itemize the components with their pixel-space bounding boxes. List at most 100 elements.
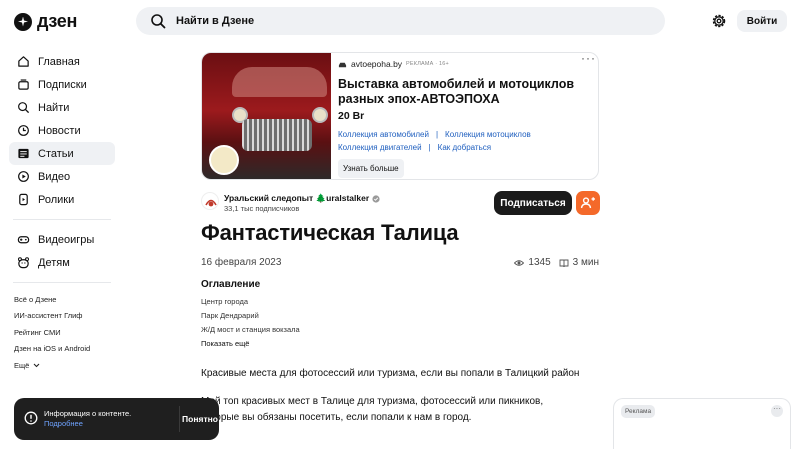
avatar[interactable] — [201, 192, 219, 210]
home-icon — [18, 56, 29, 67]
more-icon[interactable]: ··· — [771, 405, 783, 417]
subscribe-button[interactable]: Подписаться — [494, 191, 572, 215]
article-paragraph: Мой топ красивых мест в Талице для туриз… — [201, 394, 591, 426]
sidebar-item-news[interactable]: Новости — [9, 119, 115, 142]
toast-more-link[interactable]: Подробнее — [44, 419, 131, 429]
sidebar-item-label: Найти — [38, 101, 70, 114]
footer-link-media-rating[interactable]: Рейтинг СМИ — [14, 324, 115, 341]
sidebar-item-label: Новости — [38, 124, 81, 137]
ad-links: Коллекция автомобилей | Коллекция мотоцикл… — [338, 128, 590, 154]
sidebar-item-videogames[interactable]: Видеоигры — [9, 228, 115, 251]
ad-label: РЕКЛАМА · 16+ — [406, 61, 449, 67]
footer-link-ai-assistant[interactable]: ИИ-ассистент Глиф — [14, 308, 115, 325]
ad-image-grill — [242, 119, 312, 151]
ad-title[interactable]: Выставка автомобилей и мотоциклов разных… — [338, 77, 590, 106]
article-paragraph: Красивые места для фотосессий или туризм… — [201, 368, 580, 379]
ad-link-separator: | — [435, 130, 439, 139]
car-icon — [338, 62, 347, 67]
sidebar-item-kids[interactable]: Детям — [9, 251, 115, 274]
author-subscribers: 33,1 тыс подписчиков — [224, 204, 300, 213]
shorts-icon — [19, 193, 28, 206]
advertiser-logo — [209, 145, 239, 175]
login-button[interactable]: Войти — [737, 10, 787, 32]
table-of-contents: Оглавление Центр города Парк Дендрарий Ж… — [201, 279, 300, 351]
verified-icon — [372, 194, 380, 203]
ad-more-icon[interactable]: ··· — [581, 53, 596, 64]
sidebar: Главная Подписки Найти Новости Статьи Ви… — [9, 50, 115, 374]
ad-link[interactable]: Коллекция автомобилей — [338, 130, 429, 139]
toast-text: Информация о контенте. Подробнее — [44, 409, 132, 429]
clock-icon — [18, 125, 29, 136]
sidebar-item-video[interactable]: Видео — [9, 165, 115, 188]
book-icon — [559, 259, 569, 267]
ad-price: 20 Br — [338, 110, 365, 122]
search-bar[interactable] — [136, 7, 665, 35]
ad-banner[interactable]: avtoepoha.by РЕКЛАМА · 16+ Выставка авто… — [201, 52, 599, 180]
footer-link-more[interactable]: Ещё — [14, 357, 115, 374]
search-icon — [18, 102, 30, 114]
ad-image[interactable] — [202, 53, 331, 179]
sidebar-footer-links: Всё о Дзене ИИ-ассистент Глиф Рейтинг СМ… — [9, 291, 115, 374]
toc-show-more[interactable]: Показать ещё — [201, 337, 300, 351]
sidebar-item-label: Видео — [38, 170, 71, 183]
ad-link[interactable]: Коллекция мотоциклов — [445, 130, 531, 139]
gear-icon[interactable] — [710, 12, 728, 30]
toast-divider — [179, 406, 180, 432]
sidebar-item-label: Подписки — [38, 78, 87, 91]
notify-button[interactable] — [576, 191, 600, 215]
views-count: 1345 — [528, 257, 551, 268]
sidebar-item-home[interactable]: Главная — [9, 50, 115, 73]
bell-icon — [580, 197, 595, 209]
content-info-toast: Информация о контенте. Подробнее Понятно — [14, 398, 219, 440]
toc-item[interactable]: Парк Дендрарий — [201, 309, 300, 323]
side-ad[interactable]: Реклама ··· — [613, 398, 791, 449]
search-input[interactable] — [176, 7, 646, 35]
page-title: Фантастическая Талица — [201, 220, 459, 245]
author-row: Уральский следопыт 🌲uralstalker 33,1 тыс… — [201, 191, 600, 215]
ad-cta-button[interactable]: Узнать больше — [338, 159, 404, 178]
ad-source: avtoepoha.by РЕКЛАМА · 16+ — [338, 59, 590, 69]
article-date: 16 февраля 2023 — [201, 257, 282, 268]
side-ad-label: Реклама — [621, 405, 656, 418]
sidebar-item-label: Видеоигры — [38, 233, 95, 246]
article-line: Мой топ красивых мест в Талице для туриз… — [201, 396, 544, 407]
footer-link-about[interactable]: Всё о Дзене — [14, 291, 115, 308]
sidebar-item-shorts[interactable]: Ролики — [9, 188, 115, 211]
toc-item[interactable]: Центр города — [201, 295, 300, 309]
sidebar-item-label: Главная — [38, 55, 80, 68]
article-line: которые вы обязаны посетить, если попали… — [201, 412, 472, 423]
toc-item[interactable]: Ж/Д мост и станция вокзала — [201, 323, 300, 337]
author-avatar-icon — [205, 199, 217, 207]
ad-link[interactable]: Коллекция двигателей — [338, 143, 422, 152]
kids-icon — [17, 257, 30, 269]
logo-text: дзен — [37, 11, 78, 31]
gamepad-icon — [17, 236, 30, 244]
logo[interactable]: дзен — [14, 11, 77, 32]
read-time: 3 мин — [572, 257, 599, 268]
sidebar-item-search[interactable]: Найти — [9, 96, 115, 119]
toast-ok-button[interactable]: Понятно — [181, 406, 219, 432]
sidebar-divider — [13, 219, 111, 220]
subscriptions-icon — [18, 79, 29, 90]
ad-source-domain: avtoepoha.by — [351, 59, 403, 69]
play-icon — [18, 171, 29, 182]
ad-image-headlight — [312, 107, 328, 123]
sidebar-divider — [13, 282, 111, 283]
sidebar-item-label: Детям — [38, 256, 70, 269]
ad-link[interactable]: Как добраться — [438, 143, 491, 152]
info-icon — [24, 411, 38, 425]
search-icon — [151, 14, 166, 29]
sidebar-item-subscriptions[interactable]: Подписки — [9, 73, 115, 96]
author-name[interactable]: Уральский следопыт 🌲uralstalker — [224, 193, 380, 204]
sidebar-item-articles[interactable]: Статьи — [9, 142, 115, 165]
sidebar-item-label: Ролики — [38, 193, 75, 206]
ad-link-separator: | — [428, 143, 431, 152]
footer-link-apps[interactable]: Дзен на iOS и Android — [14, 341, 115, 358]
ad-body: avtoepoha.by РЕКЛАМА · 16+ Выставка авто… — [338, 59, 590, 178]
header: дзен Войти — [0, 0, 800, 42]
ad-image-windshield — [232, 67, 327, 97]
chevron-down-icon — [33, 363, 40, 368]
sidebar-item-label: Статьи — [38, 147, 74, 160]
toc-title: Оглавление — [201, 279, 261, 290]
article-stats: 1345 3 мин — [514, 257, 599, 268]
